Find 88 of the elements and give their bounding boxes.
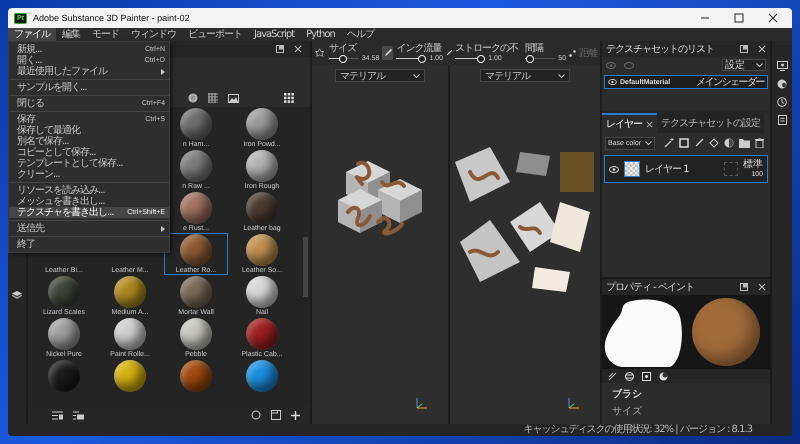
menu-item[interactable]: サンプルを開く... <box>9 82 169 93</box>
filter-list-icon[interactable] <box>52 410 63 420</box>
menu-item[interactable]: 別名で保存... <box>9 136 169 147</box>
panel-tab[interactable]: テクスチャセットの設定 <box>657 113 764 133</box>
undock-icon[interactable] <box>740 45 748 53</box>
slider-label: ストロークの不 <box>455 42 518 54</box>
brush-button[interactable] <box>382 46 394 60</box>
close-icon[interactable] <box>646 120 653 128</box>
menu-bar-item[interactable]: ヘルプ <box>340 28 380 41</box>
mode-dropdown[interactable]: マテリアル <box>480 69 570 82</box>
menu-item[interactable]: クリーン... <box>9 169 169 180</box>
apps-grid-icon[interactable] <box>284 93 294 103</box>
menu-bar-item[interactable]: モード <box>86 28 125 41</box>
viewport[interactable]: マテリアル <box>312 65 448 424</box>
layer-thumbnail <box>624 161 640 177</box>
image-icon[interactable] <box>228 93 239 103</box>
folder-list-icon[interactable] <box>73 410 84 420</box>
menu-bar-item[interactable]: Python <box>300 28 341 41</box>
document-icon[interactable] <box>778 115 786 125</box>
fill-layer-icon[interactable] <box>679 138 689 148</box>
distance-label: 距離 <box>579 47 598 60</box>
menu-bar-item[interactable]: 編集 <box>56 28 86 41</box>
menu-bar-item[interactable]: JavaScript <box>248 28 300 41</box>
axis-gizmo-icon <box>414 396 428 410</box>
axis-gizmo-icon <box>566 396 580 410</box>
slider-thumb[interactable] <box>338 54 347 62</box>
slider-label: サイズ <box>328 42 358 54</box>
menu-item[interactable]: コピーとして保存... <box>9 147 169 158</box>
brush-icon[interactable] <box>694 138 704 148</box>
layer-name: レイヤー 1 <box>645 163 689 176</box>
slider-label: 間隔 <box>525 42 544 54</box>
status-text: キャッシュディスクの使用状況: 32% | バージョン : 8.1.3 <box>523 424 752 436</box>
menu-item[interactable]: 保存して最適化 <box>9 125 169 136</box>
panel-title: プロパティ - ペイント <box>606 280 694 294</box>
history-icon[interactable] <box>777 97 787 107</box>
close-icon[interactable] <box>758 45 766 53</box>
menu-bar-item[interactable]: ファイル <box>8 28 56 41</box>
undock-icon[interactable] <box>276 45 284 53</box>
menu-item[interactable]: 最近使用したファイル <box>9 66 169 77</box>
slider-thumb[interactable] <box>526 54 534 62</box>
mask-icon[interactable] <box>724 138 734 148</box>
maximize-icon[interactable] <box>734 13 744 23</box>
folder-icon[interactable] <box>739 138 750 148</box>
panel-title: テクスチャセットのリスト <box>606 43 714 56</box>
refresh-icon[interactable] <box>251 410 261 420</box>
menu-bar-item[interactable]: ビューポート <box>182 28 248 41</box>
magic-wand-icon[interactable] <box>664 138 674 148</box>
field-label: サイズ <box>612 405 643 418</box>
menu-item[interactable]: メッシュを書き出し... <box>9 196 169 207</box>
slider-thumb[interactable] <box>418 54 426 62</box>
mode-dropdown[interactable]: マテリアル <box>335 69 425 82</box>
menu-item[interactable]: 終了 <box>9 239 169 250</box>
scrollbar[interactable] <box>303 237 308 297</box>
plus-icon[interactable] <box>291 410 300 420</box>
moon-icon[interactable] <box>659 372 668 380</box>
window-title: Adobe Substance 3D Painter - paint-02 <box>33 13 190 23</box>
undock-icon[interactable] <box>740 283 748 291</box>
settings-dropdown[interactable]: 設定 <box>722 59 766 71</box>
caret-icon <box>756 63 763 67</box>
pattern-icon[interactable] <box>625 372 634 380</box>
slider-thumb[interactable] <box>477 54 486 62</box>
grid-view-icon[interactable] <box>208 93 218 103</box>
caret-icon <box>645 141 652 145</box>
caret-icon <box>558 74 565 78</box>
close-icon[interactable] <box>294 45 302 53</box>
trash-icon[interactable] <box>755 138 764 148</box>
brush-icon[interactable] <box>446 49 452 57</box>
dots-icon[interactable] <box>569 48 576 58</box>
menu-item[interactable]: テンプレートとして保存... <box>9 158 169 169</box>
slider-label: インク流量 <box>396 42 443 54</box>
menu-item[interactable]: 送信先 <box>9 223 169 234</box>
viewport[interactable]: マテリアル <box>450 65 600 424</box>
monitor-icon[interactable] <box>776 61 788 71</box>
caret-icon <box>413 74 420 78</box>
menu-item[interactable]: リソースを読み込み... <box>9 185 169 196</box>
menu-bar-item[interactable]: ウィンドウ <box>125 28 182 41</box>
blend-mode[interactable]: 標準 <box>743 158 763 170</box>
close-icon[interactable] <box>768 13 778 23</box>
sphere-view-icon[interactable] <box>188 93 198 103</box>
window-icon[interactable] <box>271 410 281 420</box>
brush-icon[interactable] <box>608 372 617 380</box>
stamp-icon[interactable] <box>315 47 326 59</box>
close-icon[interactable] <box>758 283 766 291</box>
slider[interactable] <box>396 54 426 62</box>
square-dot-icon[interactable] <box>642 372 651 380</box>
section-heading: ブラシ <box>612 388 643 401</box>
brush-icon <box>384 49 392 57</box>
shader-name: メインシェーダー <box>696 76 764 89</box>
